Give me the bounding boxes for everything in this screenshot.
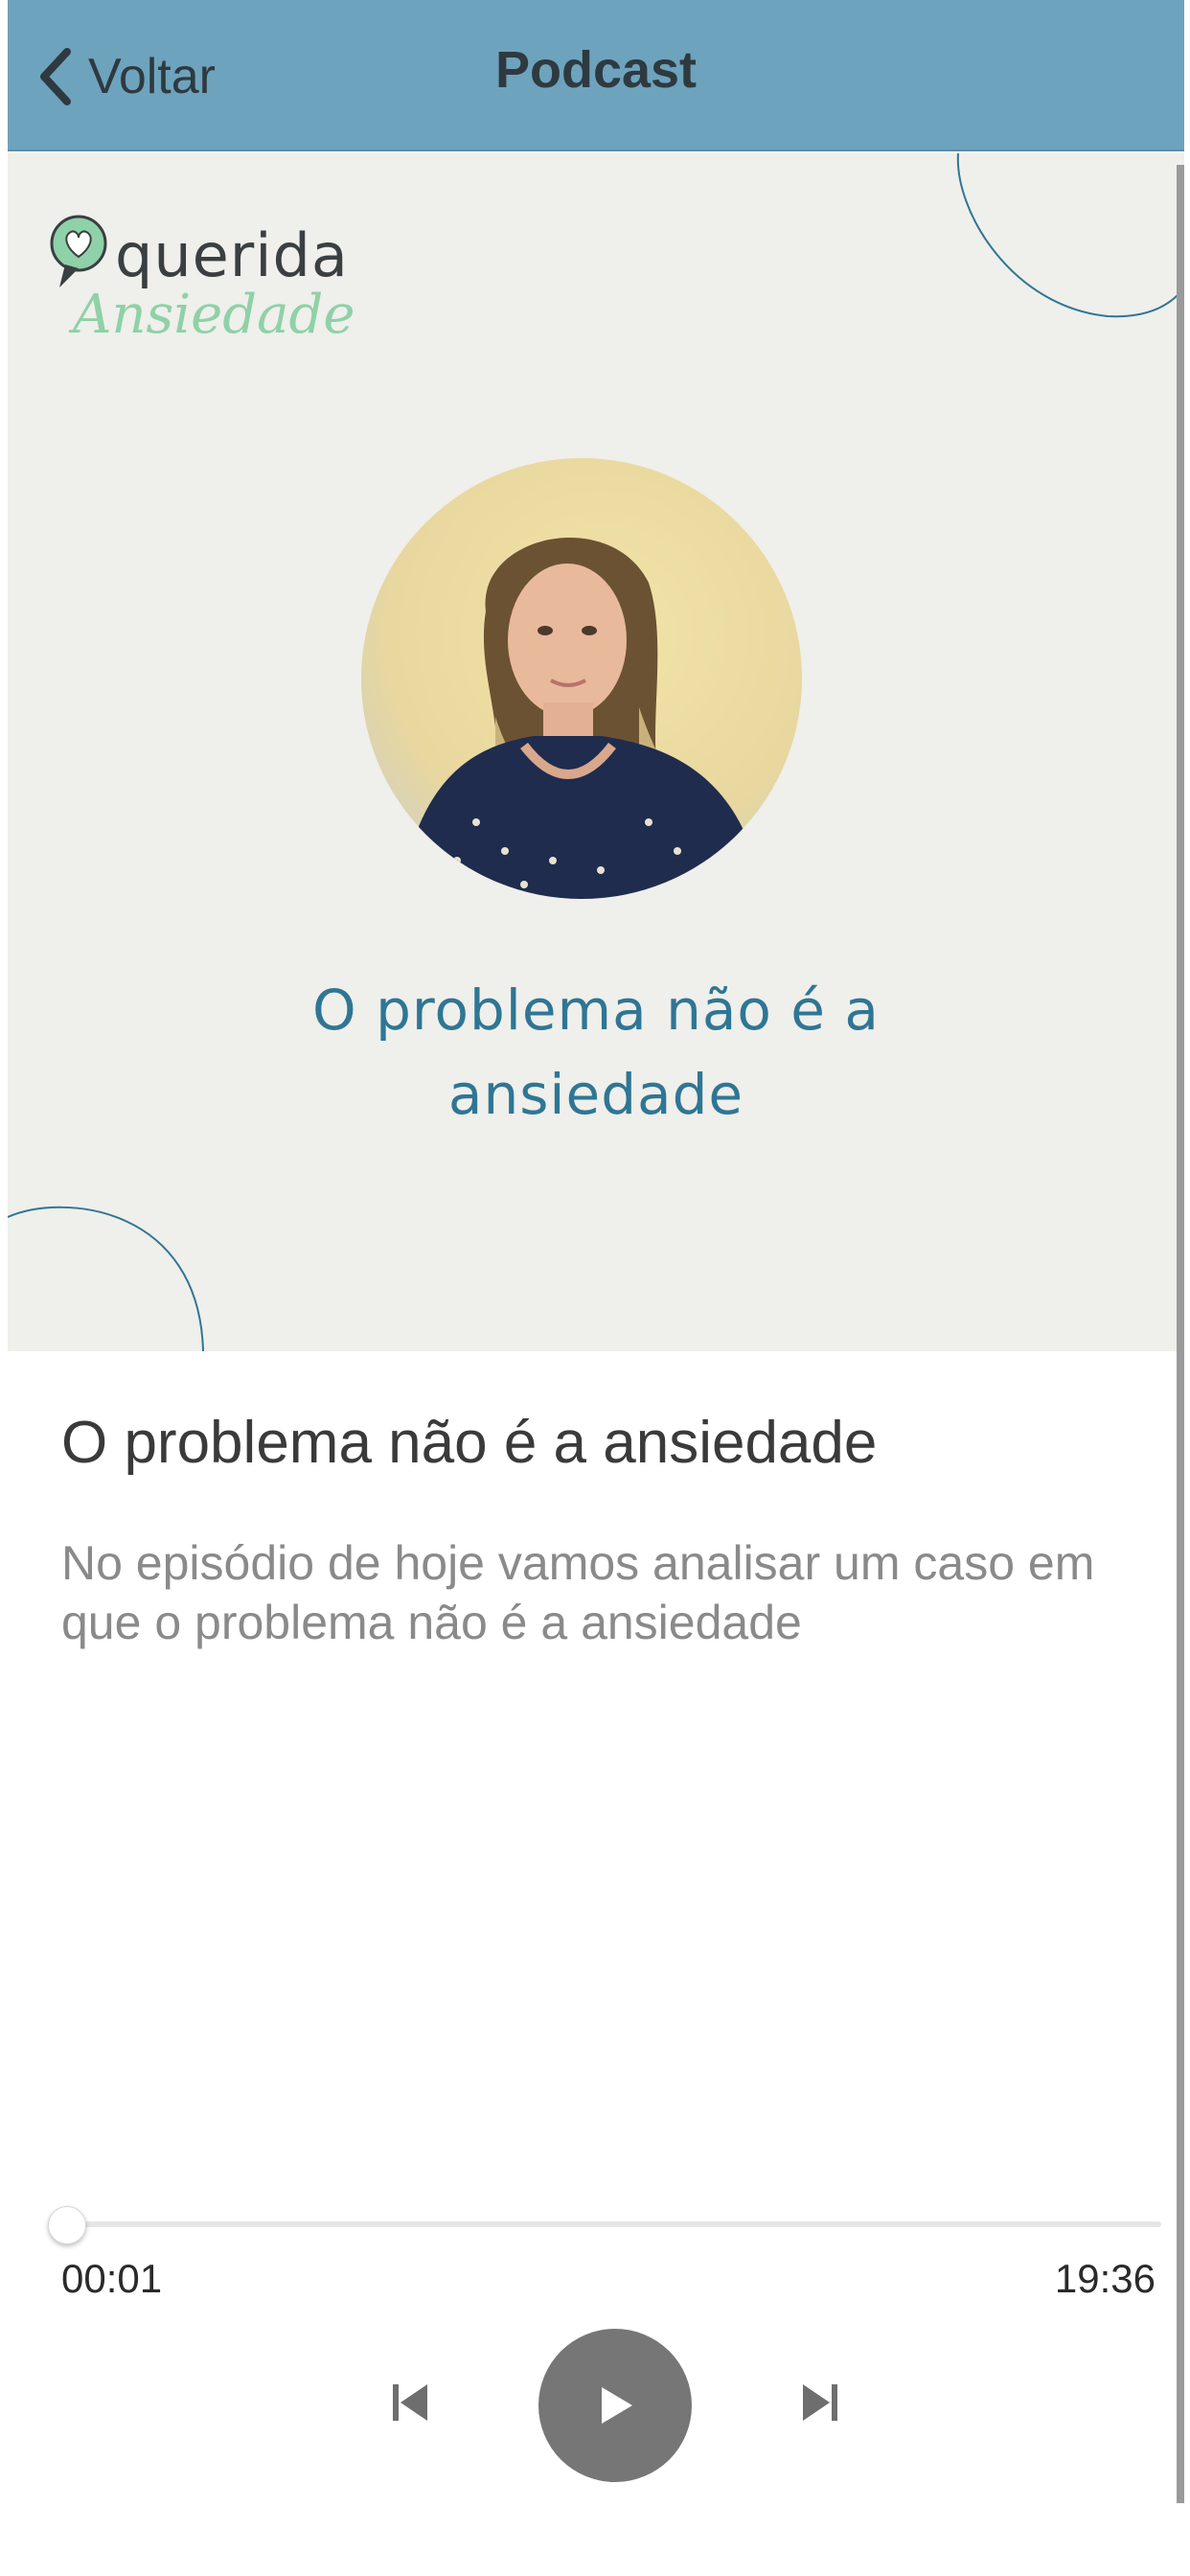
- host-avatar: [361, 458, 802, 899]
- skip-next-icon: [803, 2384, 837, 2421]
- total-time: 19:36: [1054, 2256, 1156, 2301]
- episode-description: No episódio de hoje vamos analisar um ca…: [61, 1536, 1095, 1649]
- playback-controls: [8, 2329, 1184, 2482]
- progress-track[interactable]: [61, 2221, 1161, 2227]
- current-time: 00:01: [61, 2256, 163, 2301]
- play-button[interactable]: [538, 2329, 692, 2482]
- next-button[interactable]: [799, 2379, 841, 2426]
- brand-logo: querida Ansiedade: [38, 196, 383, 349]
- skip-previous-icon: [393, 2384, 427, 2421]
- page-title: Podcast: [494, 41, 698, 99]
- previous-button[interactable]: [389, 2379, 431, 2426]
- scrollbar[interactable]: [1177, 165, 1184, 2503]
- cover-title-line-1: O problema não é a: [312, 978, 880, 1043]
- logo-text-querida: querida: [115, 220, 349, 290]
- progress-thumb[interactable]: [48, 2206, 86, 2244]
- decorative-circle-bottom-left: [8, 1206, 204, 1351]
- play-icon: [602, 2387, 632, 2424]
- app-frame: Voltar Podcast querida Ansiedade O probl…: [8, 0, 1184, 2576]
- logo-text-ansiedade: Ansiedade: [73, 284, 355, 346]
- decorative-circle-top-right: [956, 153, 1184, 318]
- cover-title-line-2: ansiedade: [447, 1062, 744, 1127]
- episode-title: O problema não é a ansiedade: [61, 1410, 878, 1476]
- episode-cover: querida Ansiedade O problema não é a ans…: [8, 153, 1184, 1351]
- cover-episode-title: O problema não é a ansiedade: [8, 968, 1184, 1137]
- top-bar: Voltar Podcast: [8, 0, 1184, 151]
